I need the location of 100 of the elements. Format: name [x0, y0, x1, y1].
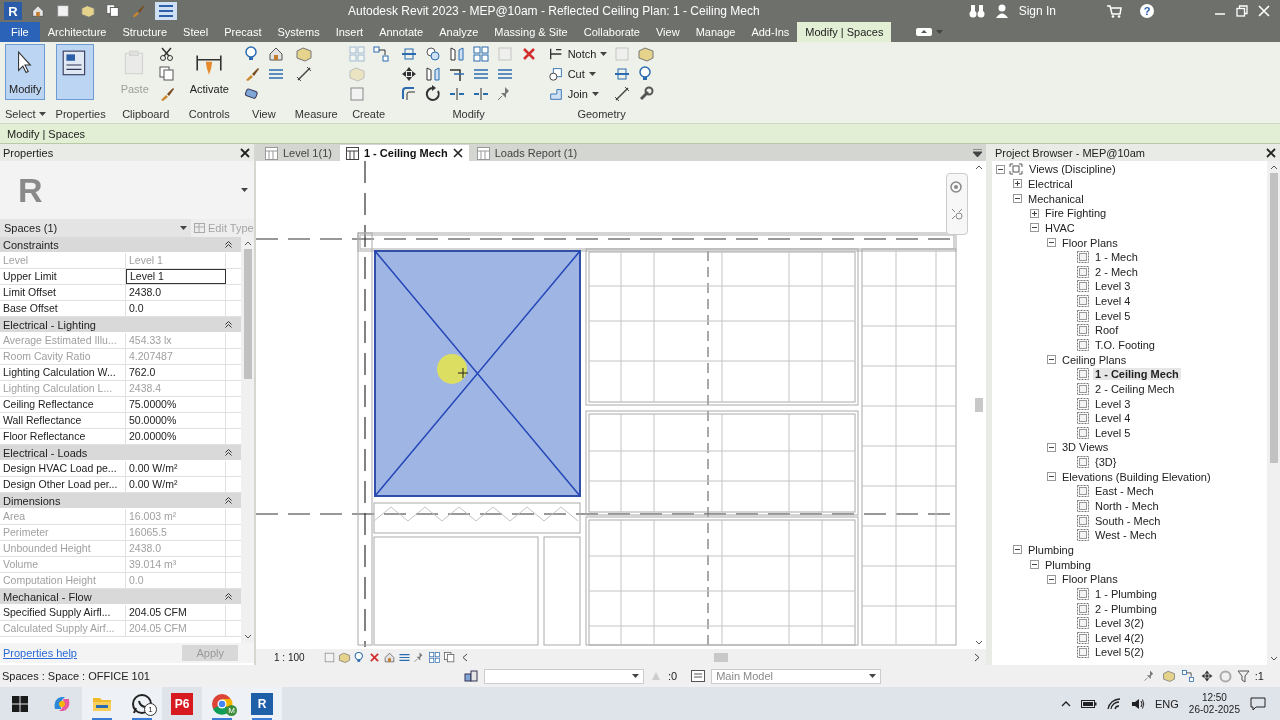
scroll-up-icon[interactable] [975, 164, 983, 170]
collapse-icon[interactable] [225, 449, 232, 456]
wifi-icon[interactable] [1107, 697, 1121, 710]
move-icon[interactable] [1199, 669, 1214, 683]
ribbon-tab[interactable]: Systems [269, 22, 328, 42]
tree-item[interactable]: Roof [1093, 324, 1121, 337]
caret-icon[interactable] [241, 187, 248, 193]
scroll-up-icon[interactable] [243, 240, 252, 246]
section-header[interactable]: Constraints [0, 237, 241, 253]
properties-button[interactable] [55, 44, 94, 100]
scrollbar-thumb[interactable] [975, 398, 983, 412]
nodes-icon[interactable] [1180, 669, 1195, 683]
battery-icon[interactable] [1081, 698, 1097, 709]
scroll-down-icon[interactable] [975, 640, 983, 646]
scroll-down-icon[interactable] [243, 634, 252, 640]
ribbon-tab[interactable]: View [648, 22, 688, 42]
panel-menu[interactable]: Select [5, 108, 36, 120]
collapse-icon[interactable] [1013, 545, 1022, 555]
taskbar-button[interactable]: 1 [122, 687, 162, 720]
collapse-icon[interactable] [225, 593, 232, 600]
browser-icon[interactable] [211, 692, 233, 715]
tree-item[interactable]: Level 5(2) [1093, 646, 1146, 659]
ribbon-tab[interactable]: Collaborate [575, 22, 648, 42]
scrollbar-thumb[interactable] [713, 652, 728, 662]
ribbon-button[interactable]: Activate [185, 44, 233, 100]
tree-item[interactable]: East - Mech [1093, 485, 1156, 498]
tree-item[interactable]: T.O. Footing [1093, 339, 1157, 351]
worksets-icon[interactable] [464, 669, 478, 683]
section-header[interactable]: Electrical - Lighting [0, 317, 241, 333]
caret-icon[interactable] [180, 225, 187, 231]
mirror-icon[interactable] [423, 65, 442, 83]
ribbon-tab[interactable]: Massing & Site [486, 22, 576, 42]
tree-item[interactable]: 1 - Ceiling Mech [1093, 368, 1181, 381]
taskbar-button[interactable]: R [242, 687, 282, 720]
grid-icon[interactable] [427, 650, 441, 664]
tree-item[interactable]: 1 - Plumbing [1093, 587, 1159, 600]
scroll-up-icon[interactable] [1269, 164, 1278, 170]
collapse-icon[interactable] [1047, 355, 1056, 365]
taskbar-button[interactable] [82, 687, 122, 720]
copy-icon[interactable] [442, 650, 456, 664]
scissors-icon[interactable] [157, 45, 176, 63]
copy-icon[interactable] [157, 65, 176, 83]
binoculars-icon[interactable] [968, 4, 985, 18]
help-button[interactable]: ? [1140, 4, 1154, 18]
ribbon-tab[interactable]: Precast [216, 22, 270, 42]
document-tab[interactable]: Loads Report (1) [470, 145, 584, 161]
caret-icon[interactable] [600, 51, 608, 57]
user-icon[interactable] [994, 4, 1009, 18]
help-link[interactable]: Properties help [3, 647, 77, 659]
clock-time[interactable]: 12:50 [1201, 691, 1227, 704]
file-tab[interactable]: File [0, 22, 40, 42]
cross-icon[interactable] [367, 650, 381, 664]
ribbon-tab[interactable]: Structure [114, 22, 176, 42]
ribbon-tab[interactable]: Modify | Spaces [797, 22, 892, 42]
tree-item[interactable]: Ceiling Plans [1060, 353, 1129, 366]
tree-item[interactable]: Plumbing [1043, 558, 1093, 571]
grid-icon[interactable] [471, 45, 490, 63]
sign-in-link[interactable]: Sign In [1018, 4, 1056, 18]
scrollbar-thumb[interactable] [1269, 173, 1278, 463]
caret-icon[interactable] [588, 71, 596, 77]
bulb-icon[interactable] [352, 650, 366, 664]
property-value[interactable]: 0.00 W/m² [126, 461, 226, 476]
wrench-icon[interactable] [637, 85, 656, 103]
tree-item[interactable]: Elevations (Building Elevation) [1060, 470, 1213, 483]
app-logo[interactable]: R [4, 2, 22, 20]
value-field[interactable]: Level 1 [126, 269, 226, 284]
tree-item[interactable]: West - Mech [1093, 529, 1159, 542]
collapse-icon[interactable] [225, 497, 232, 504]
collapse-icon[interactable] [1047, 443, 1056, 452]
tree-item[interactable]: 2 - Ceiling Mech [1093, 382, 1177, 395]
tree-item[interactable]: Level 4 [1093, 412, 1133, 425]
chat-icon[interactable] [131, 692, 153, 715]
tree-item[interactable]: HVAC [1043, 221, 1077, 234]
collapse-icon[interactable] [1013, 194, 1022, 204]
cart-icon[interactable] [1106, 4, 1122, 18]
circle-icon[interactable] [423, 45, 442, 63]
tree-item[interactable]: {3D} [1093, 456, 1119, 469]
clock-date[interactable]: 26-02-2025 [1188, 703, 1240, 716]
panel-toggle-icon[interactable] [915, 26, 934, 38]
collapse-icon[interactable] [1030, 223, 1039, 233]
app-tile[interactable]: P6 [171, 692, 193, 715]
tree-item[interactable]: Views (Discipline) [1027, 163, 1118, 176]
nodes-icon[interactable] [371, 45, 390, 63]
mirror-icon[interactable] [447, 45, 466, 63]
tree-item[interactable]: Level 5 [1093, 309, 1133, 322]
property-value[interactable]: 20.0000% [126, 429, 226, 444]
taskbar-button[interactable]: M [202, 687, 242, 720]
house-icon[interactable] [266, 45, 285, 63]
expand-icon[interactable] [1030, 208, 1039, 218]
section-header[interactable]: Mechanical - Flow [0, 589, 241, 605]
property-value[interactable]: 75.0000% [126, 397, 226, 412]
close-icon[interactable] [1266, 147, 1276, 158]
tree-item[interactable]: Level 3(2) [1093, 617, 1146, 630]
close-icon[interactable] [452, 148, 463, 158]
ruler-icon[interactable] [294, 65, 313, 83]
tree-item[interactable]: Fire Fighting [1043, 207, 1109, 220]
thin-lines-icon[interactable] [155, 2, 177, 20]
ribbon-button[interactable]: Join [547, 86, 608, 102]
taskbar-button[interactable]: P6 [162, 687, 202, 720]
scroll-right-icon[interactable] [974, 652, 980, 662]
